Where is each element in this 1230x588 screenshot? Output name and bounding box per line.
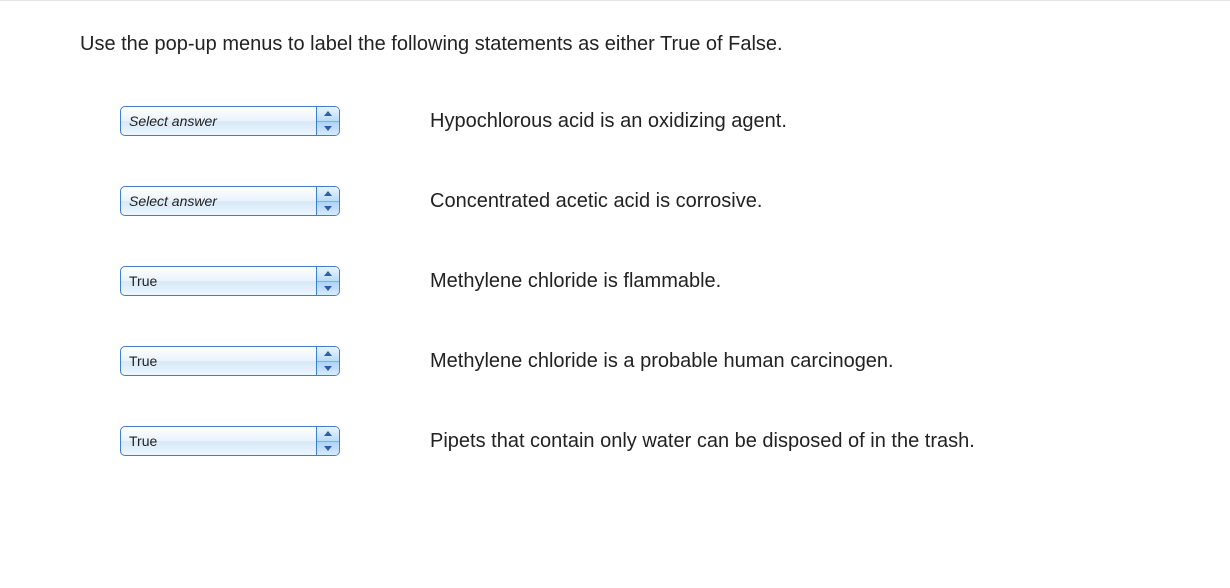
arrow-up-icon bbox=[317, 107, 339, 121]
arrow-down-icon bbox=[317, 281, 339, 296]
answer-select[interactable]: True bbox=[120, 346, 340, 376]
answer-select-value: True bbox=[121, 347, 317, 375]
statement-text: Hypochlorous acid is an oxidizing agent. bbox=[430, 110, 787, 133]
statement-text: Pipets that contain only water can be di… bbox=[430, 430, 975, 453]
instruction-text: Use the pop-up menus to label the follow… bbox=[80, 33, 1150, 56]
arrow-down-icon bbox=[317, 121, 339, 136]
arrow-down-icon bbox=[317, 201, 339, 216]
arrow-down-icon bbox=[317, 361, 339, 376]
arrow-up-icon bbox=[317, 187, 339, 201]
answer-select[interactable]: Select answer bbox=[120, 106, 340, 136]
question-rows: Select answer Hypochlorous acid is an ox… bbox=[80, 106, 1150, 456]
stepper-arrows-icon bbox=[317, 107, 339, 135]
question-row: Select answer Concentrated acetic acid i… bbox=[120, 186, 1150, 216]
arrow-up-icon bbox=[317, 427, 339, 441]
question-container: Use the pop-up menus to label the follow… bbox=[0, 0, 1230, 546]
question-row: True Methylene chloride is a probable hu… bbox=[120, 346, 1150, 376]
question-row: True Methylene chloride is flammable. bbox=[120, 266, 1150, 296]
answer-select[interactable]: True bbox=[120, 426, 340, 456]
arrow-down-icon bbox=[317, 441, 339, 456]
answer-select[interactable]: Select answer bbox=[120, 186, 340, 216]
answer-select-value: True bbox=[121, 427, 317, 455]
statement-text: Methylene chloride is flammable. bbox=[430, 270, 721, 293]
answer-select-value: Select answer bbox=[121, 187, 317, 215]
stepper-arrows-icon bbox=[317, 187, 339, 215]
stepper-arrows-icon bbox=[317, 427, 339, 455]
arrow-up-icon bbox=[317, 347, 339, 361]
answer-select-value: Select answer bbox=[121, 107, 317, 135]
question-row: Select answer Hypochlorous acid is an ox… bbox=[120, 106, 1150, 136]
arrow-up-icon bbox=[317, 267, 339, 281]
answer-select[interactable]: True bbox=[120, 266, 340, 296]
stepper-arrows-icon bbox=[317, 347, 339, 375]
answer-select-value: True bbox=[121, 267, 317, 295]
stepper-arrows-icon bbox=[317, 267, 339, 295]
statement-text: Methylene chloride is a probable human c… bbox=[430, 350, 894, 373]
question-row: True Pipets that contain only water can … bbox=[120, 426, 1150, 456]
statement-text: Concentrated acetic acid is corrosive. bbox=[430, 190, 762, 213]
